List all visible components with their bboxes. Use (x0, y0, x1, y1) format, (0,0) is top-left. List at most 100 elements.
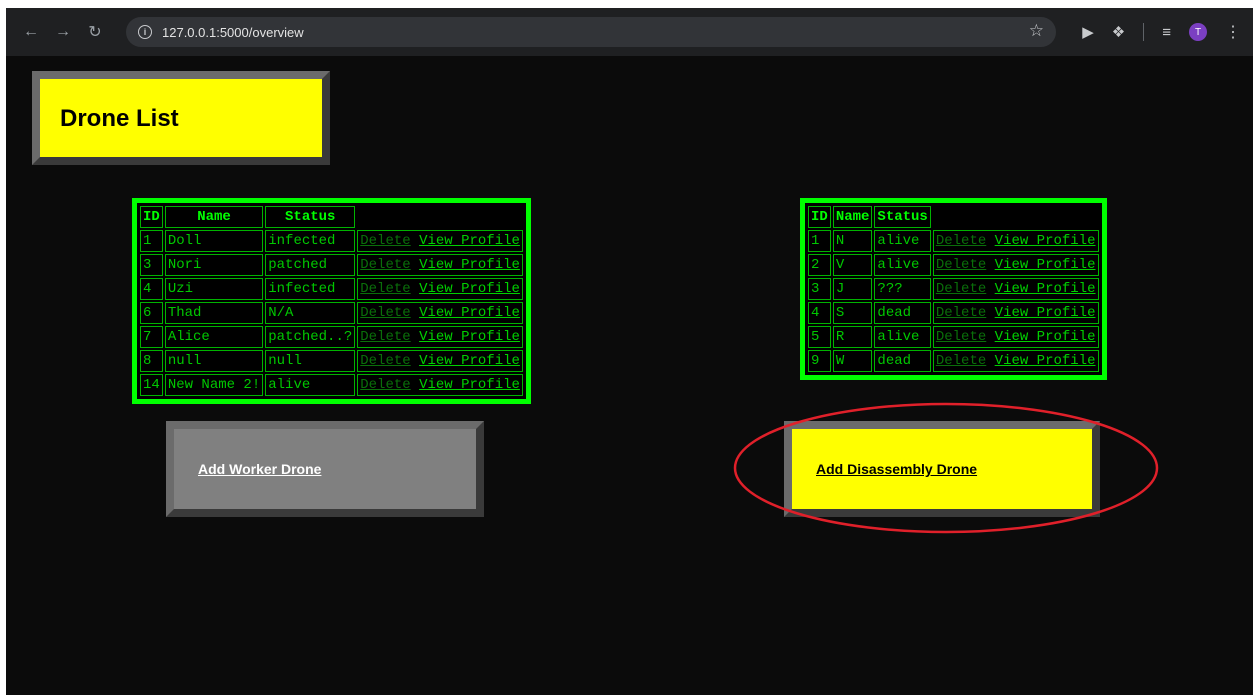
page-content: Drone List ID Name Status 1 Doll infected Dele… (6, 56, 1253, 695)
view-profile-link[interactable]: View Profile (419, 377, 520, 393)
row-name: Thad (164, 302, 264, 324)
delete-link[interactable]: Delete (936, 257, 986, 273)
cursor-icon[interactable]: ▶ (1082, 23, 1094, 41)
row-id: 8 (140, 350, 163, 372)
table-row: 9 Wdead Delete View Profile (808, 350, 1099, 372)
table-row: 8 null null Delete View Profile (140, 350, 523, 372)
url-text: 127.0.0.1:5000/overview (162, 24, 304, 40)
row-actions: Delete View Profile (932, 302, 1099, 324)
worker_table-header-row: ID Name Status (140, 206, 523, 228)
worker_table-header-cell (357, 206, 523, 228)
worker_table-header-cell: Name (164, 206, 264, 228)
disassembly-drone-table-frame: ID Name Status 1 Nalive Delete View Profile 2 V… (800, 198, 1107, 380)
row-actions: Delete View Profile (932, 278, 1099, 300)
site-info-icon[interactable]: i (138, 25, 152, 39)
toolbar-divider (1143, 23, 1145, 41)
view-profile-link[interactable]: View Profile (995, 329, 1096, 345)
row-actions: Delete View Profile (357, 302, 523, 324)
row-name: New Name 2! (164, 374, 264, 396)
view-profile-link[interactable]: View Profile (419, 353, 520, 369)
worker-drone-table: ID Name Status 1 Doll infected Delete View Pro… (138, 204, 525, 398)
disassembly_table-header-row: ID Name Status (808, 206, 1099, 228)
row-name: V (832, 254, 873, 276)
table-row: 3 J??? Delete View Profile (808, 278, 1099, 300)
delete-link[interactable]: Delete (936, 281, 986, 297)
add-worker-drone-panel: Add Worker Drone (166, 421, 484, 517)
table-row: 7 Alice patched..? Delete View Profile (140, 326, 523, 348)
row-id: 14 (140, 374, 163, 396)
view-profile-link[interactable]: View Profile (419, 257, 520, 273)
forward-arrow-icon[interactable]: → (52, 21, 74, 43)
row-id: 1 (808, 230, 831, 252)
table-row: 5 Ralive Delete View Profile (808, 326, 1099, 348)
row-id: 9 (808, 350, 831, 372)
add-worker-drone-link[interactable]: Add Worker Drone (198, 461, 321, 477)
row-name: Nori (164, 254, 264, 276)
delete-link[interactable]: Delete (360, 305, 410, 321)
media-queue-icon[interactable]: ≡ (1162, 24, 1171, 41)
row-actions: Delete View Profile (357, 254, 523, 276)
view-profile-link[interactable]: View Profile (419, 305, 520, 321)
row-name: J (832, 278, 873, 300)
view-profile-link[interactable]: View Profile (419, 329, 520, 345)
row-status: alive (874, 326, 931, 348)
row-status: patched (265, 254, 356, 276)
row-actions: Delete View Profile (932, 254, 1099, 276)
delete-link[interactable]: Delete (360, 281, 410, 297)
row-status: N/A (265, 302, 356, 324)
row-name: Doll (164, 230, 264, 252)
profile-avatar[interactable]: T (1189, 23, 1207, 41)
address-bar[interactable]: i 127.0.0.1:5000/overview ☆ (126, 17, 1056, 47)
reload-icon[interactable]: ↻ (84, 21, 106, 43)
browser-toolbar: ← → ↻ i 127.0.0.1:5000/overview ☆ ▶ ❖ ≡ … (6, 8, 1253, 56)
delete-link[interactable]: Delete (360, 329, 410, 345)
row-id: 3 (140, 254, 163, 276)
view-profile-link[interactable]: View Profile (995, 233, 1096, 249)
row-status: infected (265, 230, 356, 252)
row-status: alive (265, 374, 356, 396)
disassembly_table-header-cell (933, 206, 1099, 228)
delete-link[interactable]: Delete (936, 329, 986, 345)
view-profile-link[interactable]: View Profile (995, 257, 1096, 273)
row-name: S (832, 302, 873, 324)
view-profile-link[interactable]: View Profile (419, 233, 520, 249)
delete-link[interactable]: Delete (936, 353, 986, 369)
disassembly_table-header-cell: ID (808, 206, 831, 228)
row-status: alive (874, 254, 931, 276)
row-status: patched..? (265, 326, 356, 348)
delete-link[interactable]: Delete (360, 233, 410, 249)
delete-link[interactable]: Delete (360, 257, 410, 273)
row-actions: Delete View Profile (357, 326, 523, 348)
row-actions: Delete View Profile (932, 326, 1099, 348)
row-actions: Delete View Profile (932, 230, 1099, 252)
title-panel: Drone List (32, 71, 330, 165)
delete-link[interactable]: Delete (360, 353, 410, 369)
row-actions: Delete View Profile (357, 278, 523, 300)
delete-link[interactable]: Delete (360, 377, 410, 393)
disassembly_table-header-cell: Name (832, 206, 873, 228)
row-status: ??? (874, 278, 931, 300)
row-status: null (265, 350, 356, 372)
table-row: 1 Nalive Delete View Profile (808, 230, 1099, 252)
menu-kebab-icon[interactable]: ⋮ (1225, 22, 1241, 42)
row-actions: Delete View Profile (357, 230, 523, 252)
row-id: 1 (140, 230, 163, 252)
back-arrow-icon[interactable]: ← (20, 21, 42, 43)
worker_table-header-cell: ID (140, 206, 163, 228)
table-row: 2 Valive Delete View Profile (808, 254, 1099, 276)
row-id: 5 (808, 326, 831, 348)
row-id: 2 (808, 254, 831, 276)
row-id: 4 (808, 302, 831, 324)
bookmark-star-icon[interactable]: ☆ (1029, 21, 1044, 41)
view-profile-link[interactable]: View Profile (995, 353, 1096, 369)
row-name: Uzi (164, 278, 264, 300)
view-profile-link[interactable]: View Profile (419, 281, 520, 297)
row-actions: Delete View Profile (932, 350, 1099, 372)
delete-link[interactable]: Delete (936, 233, 986, 249)
delete-link[interactable]: Delete (936, 305, 986, 321)
extensions-icon[interactable]: ❖ (1112, 23, 1125, 41)
view-profile-link[interactable]: View Profile (995, 305, 1096, 321)
row-actions: Delete View Profile (357, 374, 523, 396)
view-profile-link[interactable]: View Profile (995, 281, 1096, 297)
worker-drone-table-frame: ID Name Status 1 Doll infected Delete View Pro… (132, 198, 531, 404)
